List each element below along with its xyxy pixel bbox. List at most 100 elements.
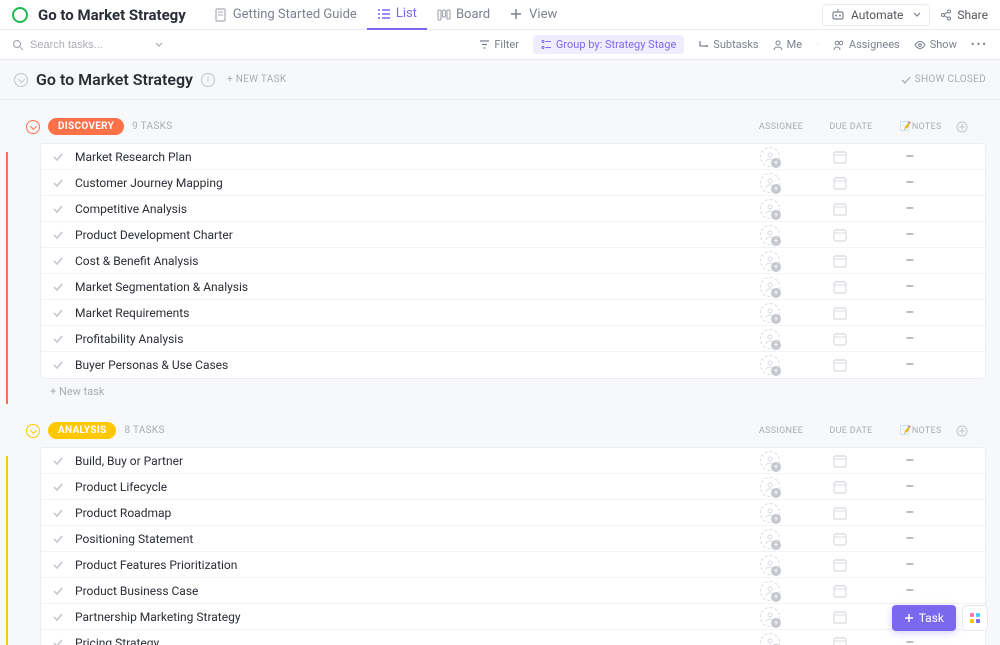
notes-cell[interactable]: – [875,175,945,191]
assignee-cell[interactable] [735,633,805,645]
due-date-cell[interactable] [805,305,875,321]
due-date-cell[interactable] [805,253,875,269]
due-date-cell[interactable] [805,331,875,347]
complete-checkbox[interactable] [51,506,65,520]
complete-checkbox[interactable] [51,228,65,242]
due-date-cell[interactable] [805,583,875,599]
task-row[interactable]: Cost & Benefit Analysis – [41,248,985,274]
notes-cell[interactable]: – [875,253,945,269]
complete-checkbox[interactable] [51,636,65,645]
task-row[interactable]: Product Features Prioritization – [41,552,985,578]
task-row[interactable]: Competitive Analysis – [41,196,985,222]
notes-cell[interactable]: – [875,557,945,573]
due-date-cell[interactable] [805,635,875,645]
task-row[interactable]: Pricing Strategy – [41,630,985,645]
assignee-cell[interactable] [735,199,805,219]
task-row[interactable]: Product Lifecycle – [41,474,985,500]
notes-cell[interactable]: – [875,505,945,521]
share-button[interactable]: Share [940,8,988,22]
notes-cell[interactable]: – [875,331,945,347]
search-input[interactable] [30,39,130,51]
complete-checkbox[interactable] [51,176,65,190]
tab-list[interactable]: List [367,0,427,30]
complete-checkbox[interactable] [51,254,65,268]
complete-checkbox[interactable] [51,150,65,164]
due-date-cell[interactable] [805,531,875,547]
new-task-fab[interactable]: Task [892,605,956,631]
complete-checkbox[interactable] [51,358,65,372]
due-date-cell[interactable] [805,505,875,521]
show-button[interactable]: Show [914,38,957,51]
assignee-cell[interactable] [735,173,805,193]
assignee-cell[interactable] [735,303,805,323]
complete-checkbox[interactable] [51,332,65,346]
notes-cell[interactable]: – [875,201,945,217]
assignee-cell[interactable] [735,451,805,471]
complete-checkbox[interactable] [51,280,65,294]
collapse-toggle[interactable] [14,73,28,87]
task-row[interactable]: Market Requirements – [41,300,985,326]
automate-button[interactable]: Automate [822,4,930,26]
assignee-cell[interactable] [735,355,805,375]
assignee-cell[interactable] [735,607,805,627]
assignee-cell[interactable] [735,225,805,245]
assignee-cell[interactable] [735,503,805,523]
task-row[interactable]: Partnership Marketing Strategy – [41,604,985,630]
due-date-cell[interactable] [805,201,875,217]
notes-cell[interactable]: – [875,479,945,495]
notes-cell[interactable]: – [875,583,945,599]
complete-checkbox[interactable] [51,532,65,546]
complete-checkbox[interactable] [51,454,65,468]
tab-add-view[interactable]: View [500,0,567,30]
complete-checkbox[interactable] [51,558,65,572]
apps-button[interactable] [962,605,988,631]
assignee-cell[interactable] [735,477,805,497]
more-button[interactable]: ••• [971,38,988,51]
assignees-button[interactable]: Assignees [833,38,900,51]
task-row[interactable]: Market Research Plan – [41,144,985,170]
task-row[interactable]: Build, Buy or Partner – [41,448,985,474]
due-date-cell[interactable] [805,609,875,625]
task-row[interactable]: Positioning Statement – [41,526,985,552]
info-icon[interactable]: i [201,73,215,87]
notes-cell[interactable]: – [875,531,945,547]
assignee-cell[interactable] [735,555,805,575]
complete-checkbox[interactable] [51,584,65,598]
notes-cell[interactable]: – [875,227,945,243]
assignee-cell[interactable] [735,329,805,349]
due-date-cell[interactable] [805,479,875,495]
group-collapse-toggle[interactable] [26,424,40,438]
task-row[interactable]: Product Business Case – [41,578,985,604]
notes-cell[interactable]: – [875,149,945,165]
complete-checkbox[interactable] [51,480,65,494]
tab-board[interactable]: Board [427,0,500,30]
due-date-cell[interactable] [805,175,875,191]
task-row[interactable]: Buyer Personas & Use Cases – [41,352,985,378]
notes-cell[interactable]: – [875,357,945,373]
me-button[interactable]: Me [773,38,802,51]
notes-cell[interactable]: – [875,279,945,295]
assignee-cell[interactable] [735,581,805,601]
complete-checkbox[interactable] [51,202,65,216]
assignee-cell[interactable] [735,251,805,271]
filter-button[interactable]: Filter [479,38,519,51]
notes-cell[interactable]: – [875,453,945,469]
chevron-down-icon[interactable] [154,40,164,50]
group-name-pill[interactable]: DISCOVERY [48,118,124,135]
add-column-button[interactable] [956,425,986,437]
group-collapse-toggle[interactable] [26,120,40,134]
task-row[interactable]: Customer Journey Mapping – [41,170,985,196]
task-row[interactable]: Market Segmentation & Analysis – [41,274,985,300]
assignee-cell[interactable] [735,529,805,549]
notes-cell[interactable]: – [875,635,945,645]
complete-checkbox[interactable] [51,306,65,320]
group-by-button[interactable]: Group by: Strategy Stage [533,35,684,54]
due-date-cell[interactable] [805,227,875,243]
assignee-cell[interactable] [735,147,805,167]
due-date-cell[interactable] [805,557,875,573]
due-date-cell[interactable] [805,279,875,295]
notes-cell[interactable]: – [875,305,945,321]
complete-checkbox[interactable] [51,610,65,624]
due-date-cell[interactable] [805,453,875,469]
group-name-pill[interactable]: ANALYSIS [48,422,116,439]
